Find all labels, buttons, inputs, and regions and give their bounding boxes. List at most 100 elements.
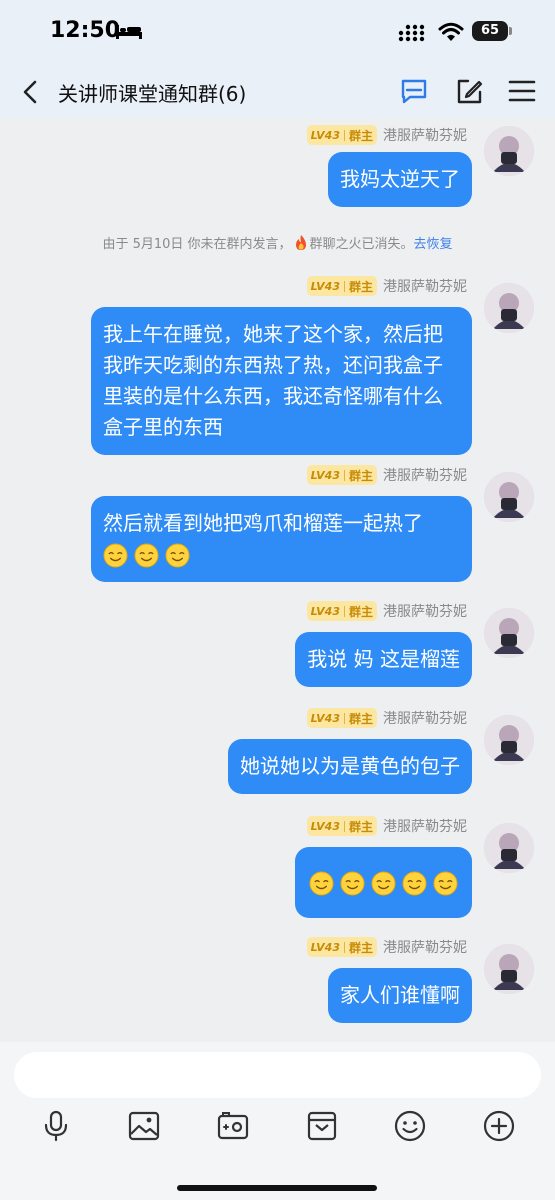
level-badge: LV43 群主 bbox=[306, 937, 377, 957]
avatar[interactable] bbox=[484, 126, 534, 176]
avatar[interactable] bbox=[484, 944, 534, 994]
role-label: 群主 bbox=[348, 279, 373, 294]
sender-name[interactable]: 港服萨勒芬妮 bbox=[383, 601, 467, 621]
badge-divider bbox=[343, 712, 345, 724]
smile-emoji-icon bbox=[340, 871, 365, 896]
message-text: 然后就看到她把鸡爪和榴莲一起热了 bbox=[103, 511, 423, 535]
level-label: LV43 bbox=[310, 711, 340, 725]
smile-emoji-icon bbox=[134, 543, 159, 568]
sender-meta: LV43 群主 港服萨勒芬妮 bbox=[306, 124, 467, 146]
message-text: 家人们谁懂啊 bbox=[340, 983, 460, 1007]
message-text: 我妈太逆天了 bbox=[340, 167, 460, 191]
level-badge: LV43 群主 bbox=[306, 276, 377, 296]
chat-title[interactable]: 关讲师课堂通知群(6) bbox=[58, 78, 246, 107]
sender-meta: LV43 群主 港服萨勒芬妮 bbox=[306, 936, 467, 958]
menu-icon[interactable] bbox=[508, 78, 536, 104]
badge-divider bbox=[343, 280, 345, 292]
smile-emoji-icon bbox=[309, 871, 334, 896]
badge-divider bbox=[343, 469, 345, 481]
chat-bubble-icon[interactable] bbox=[398, 76, 430, 108]
sender-meta: LV43 群主 港服萨勒芬妮 bbox=[306, 600, 467, 622]
mic-icon[interactable] bbox=[38, 1108, 74, 1144]
badge-divider bbox=[343, 941, 345, 953]
badge-divider bbox=[343, 820, 345, 832]
role-label: 群主 bbox=[348, 940, 373, 955]
status-time: 12:50 bbox=[50, 18, 121, 43]
level-badge: LV43 群主 bbox=[306, 465, 377, 485]
emoji-group bbox=[103, 543, 190, 568]
message-bubble[interactable]: 家人们谁懂啊 bbox=[328, 968, 472, 1023]
sender-meta: LV43 群主 港服萨勒芬妮 bbox=[306, 464, 467, 486]
message-input[interactable] bbox=[14, 1052, 541, 1098]
smile-emoji-icon bbox=[433, 871, 458, 896]
message-text: 我上午在睡觉，她来了这个家，然后把我昨天吃剩的东西热了热，还问我盒子里装的是什么… bbox=[103, 322, 443, 439]
message-text: 她说她以为是黄色的包子 bbox=[240, 754, 460, 778]
envelope-icon[interactable] bbox=[304, 1108, 340, 1144]
level-label: LV43 bbox=[310, 940, 340, 954]
role-label: 群主 bbox=[348, 819, 373, 834]
status-bar: 12:50 65 bbox=[0, 0, 555, 66]
bed-icon bbox=[116, 25, 142, 39]
message-bubble[interactable]: 我上午在睡觉，她来了这个家，然后把我昨天吃剩的东西热了热，还问我盒子里装的是什么… bbox=[91, 307, 472, 455]
camera-icon[interactable] bbox=[215, 1108, 251, 1144]
level-label: LV43 bbox=[310, 128, 340, 142]
level-label: LV43 bbox=[310, 819, 340, 833]
plus-icon[interactable] bbox=[481, 1108, 517, 1144]
avatar[interactable] bbox=[484, 472, 534, 522]
avatar[interactable] bbox=[484, 715, 534, 765]
badge-divider bbox=[343, 605, 345, 617]
chat-header: 关讲师课堂通知群(6) bbox=[0, 66, 555, 118]
badge-divider bbox=[343, 129, 345, 141]
fire-icon bbox=[295, 235, 306, 250]
message-list[interactable]: LV43 群主 港服萨勒芬妮 我妈太逆天了 由于 5月10日 你未在群内发言， 群聊… bbox=[0, 118, 555, 1042]
smile-emoji-icon bbox=[371, 871, 396, 896]
composer bbox=[0, 1042, 555, 1200]
smile-emoji-icon bbox=[103, 543, 128, 568]
sender-meta: LV43 群主 港服萨勒芬妮 bbox=[306, 815, 467, 837]
battery-indicator: 65 bbox=[472, 21, 508, 41]
cellular-signal-icon bbox=[398, 24, 425, 42]
message-bubble[interactable]: 我说 妈 这是榴莲 bbox=[295, 632, 472, 687]
level-badge: LV43 群主 bbox=[306, 601, 377, 621]
message-bubble[interactable] bbox=[295, 847, 472, 918]
sender-name[interactable]: 港服萨勒芬妮 bbox=[383, 937, 467, 957]
system-notice: 由于 5月10日 你未在群内发言， 群聊之火已消失。去恢复 bbox=[0, 233, 555, 252]
level-label: LV43 bbox=[310, 468, 340, 482]
role-label: 群主 bbox=[348, 604, 373, 619]
avatar[interactable] bbox=[484, 823, 534, 873]
sender-name[interactable]: 港服萨勒芬妮 bbox=[383, 276, 467, 296]
level-badge: LV43 群主 bbox=[306, 816, 377, 836]
emoji-icon[interactable] bbox=[392, 1108, 428, 1144]
emoji-group bbox=[309, 871, 458, 896]
restore-link[interactable]: 去恢复 bbox=[414, 237, 453, 252]
notice-prefix: 由于 5月10日 你未在群内发言， bbox=[102, 237, 292, 252]
level-badge: LV43 群主 bbox=[306, 125, 377, 145]
smile-emoji-icon bbox=[165, 543, 190, 568]
sender-meta: LV43 群主 港服萨勒芬妮 bbox=[306, 275, 467, 297]
sender-name[interactable]: 港服萨勒芬妮 bbox=[383, 708, 467, 728]
image-icon[interactable] bbox=[126, 1108, 162, 1144]
message-text: 我说 妈 这是榴莲 bbox=[307, 647, 460, 671]
battery-cap bbox=[509, 27, 512, 35]
smile-emoji-icon bbox=[402, 871, 427, 896]
message-bubble[interactable]: 然后就看到她把鸡爪和榴莲一起热了 bbox=[91, 496, 472, 582]
message-bubble[interactable]: 我妈太逆天了 bbox=[328, 152, 472, 207]
home-indicator[interactable] bbox=[177, 1185, 377, 1191]
sender-name[interactable]: 港服萨勒芬妮 bbox=[383, 816, 467, 836]
sender-name[interactable]: 港服萨勒芬妮 bbox=[383, 125, 467, 145]
sender-name[interactable]: 港服萨勒芬妮 bbox=[383, 465, 467, 485]
role-label: 群主 bbox=[348, 711, 373, 726]
avatar[interactable] bbox=[484, 283, 534, 333]
wifi-icon bbox=[438, 22, 464, 41]
notice-suffix: 群聊之火已消失。 bbox=[309, 237, 414, 252]
level-label: LV43 bbox=[310, 604, 340, 618]
role-label: 群主 bbox=[348, 468, 373, 483]
back-arrow-icon[interactable] bbox=[20, 79, 42, 105]
role-label: 群主 bbox=[348, 128, 373, 143]
avatar[interactable] bbox=[484, 608, 534, 658]
level-badge: LV43 群主 bbox=[306, 708, 377, 728]
sender-meta: LV43 群主 港服萨勒芬妮 bbox=[306, 707, 467, 729]
level-label: LV43 bbox=[310, 279, 340, 293]
message-bubble[interactable]: 她说她以为是黄色的包子 bbox=[228, 739, 472, 794]
edit-icon[interactable] bbox=[453, 76, 485, 108]
